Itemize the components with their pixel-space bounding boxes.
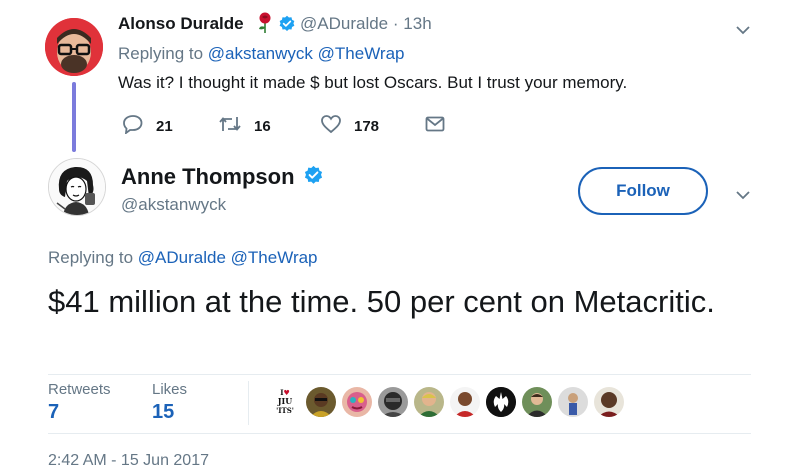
reply-action[interactable]: 21: [122, 114, 173, 139]
avatar-liker[interactable]: [378, 387, 408, 417]
main-replying-line: Replying to @ADuralde @TheWrap: [48, 248, 318, 268]
divider: [48, 433, 751, 434]
rebel-alliance-icon[interactable]: [486, 387, 516, 417]
avatar-liker[interactable]: [306, 387, 336, 417]
retweets-value[interactable]: 7: [48, 401, 59, 424]
main-tweet-text: $41 million at the time. 50 per cent on …: [48, 284, 715, 319]
main-author-name[interactable]: Anne Thompson: [121, 164, 295, 190]
direct-message-icon: [425, 115, 445, 138]
replying-prefix: Replying to: [118, 44, 204, 63]
chevron-down-icon[interactable]: [736, 22, 750, 35]
thread-connector: [72, 82, 76, 152]
reply-author-name[interactable]: Alonso Duralde: [118, 14, 244, 34]
avatar-akstanwyck[interactable]: [48, 158, 106, 216]
like-count: 178: [354, 117, 380, 135]
svg-text:JIU: JIU: [277, 396, 293, 406]
avatar-liker[interactable]: I♥ JIU 'ITS': [270, 387, 300, 417]
follow-button[interactable]: Follow: [578, 167, 708, 215]
verified-icon: [278, 15, 296, 33]
verified-icon: [303, 165, 324, 186]
avatar-liker[interactable]: [450, 387, 480, 417]
rose-icon: [257, 12, 273, 34]
avatar-liker[interactable]: [558, 387, 588, 417]
avatar-liker[interactable]: [594, 387, 624, 417]
direct-message-action[interactable]: [425, 115, 445, 137]
retweet-action[interactable]: 16: [218, 115, 271, 137]
replying-to-links[interactable]: @ADuralde @TheWrap: [138, 248, 318, 267]
svg-text:'ITS': 'ITS': [276, 406, 294, 415]
reply-icon: [122, 114, 144, 139]
reply-time[interactable]: 13h: [403, 14, 431, 33]
replying-to-links[interactable]: @akstanwyck @TheWrap: [208, 44, 405, 63]
retweet-count: 16: [254, 117, 271, 135]
avatar-liker[interactable]: [522, 387, 552, 417]
main-author-handle[interactable]: @akstanwyck: [121, 195, 226, 215]
likers-avatars: I♥ JIU 'ITS': [270, 387, 624, 417]
avatar-aduralde[interactable]: [45, 18, 103, 76]
like-action[interactable]: 178: [320, 114, 380, 139]
avatar-liker[interactable]: [414, 387, 444, 417]
reply-replying-line: Replying to @akstanwyck @TheWrap: [118, 44, 405, 64]
reply-author-handle-line: @ADuralde · 13h: [300, 14, 432, 34]
likes-value[interactable]: 15: [152, 401, 174, 424]
like-icon: [320, 114, 342, 139]
avatar-liker[interactable]: [342, 387, 372, 417]
divider: [48, 374, 751, 375]
retweets-label[interactable]: Retweets: [48, 381, 111, 398]
chevron-down-icon[interactable]: [736, 187, 750, 200]
reply-author-handle[interactable]: @ADuralde: [300, 14, 388, 33]
likes-label[interactable]: Likes: [152, 381, 187, 398]
stats-separator: [248, 381, 249, 425]
retweet-icon: [218, 114, 242, 139]
separator-dot: ·: [392, 14, 399, 33]
tweet-timestamp[interactable]: 2:42 AM - 15 Jun 2017: [48, 452, 209, 470]
replying-prefix: Replying to: [48, 248, 134, 267]
reply-count: 21: [156, 117, 173, 135]
reply-tweet-text: Was it? I thought it made $ but lost Osc…: [118, 73, 628, 92]
